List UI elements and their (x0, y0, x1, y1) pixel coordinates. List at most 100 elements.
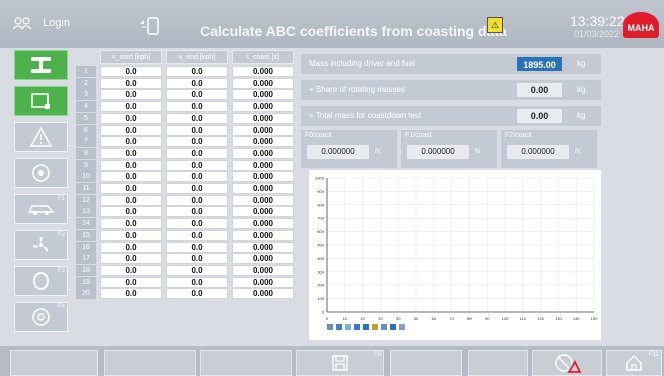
y-tick-label: 0 (322, 310, 325, 315)
row-number: 13 (76, 206, 96, 218)
chart-tool-icon[interactable] (345, 324, 351, 330)
v-start-cell[interactable]: 0.0 (100, 136, 162, 148)
v-end-cell[interactable]: 0.0 (166, 89, 228, 101)
v-start-cell[interactable]: 0.0 (100, 89, 162, 101)
v-start-cell[interactable]: 0.0 (100, 276, 162, 288)
sidebar-item-wheel[interactable] (14, 158, 68, 188)
chart-tool-icon[interactable] (381, 324, 387, 330)
function-button-6[interactable] (468, 350, 528, 376)
function-button-5[interactable] (390, 350, 462, 376)
function-button-2[interactable] (104, 350, 196, 376)
v-start-cell[interactable]: 0.0 (100, 147, 162, 159)
v-end-cell[interactable]: 0.0 (166, 77, 228, 89)
v-end-cell[interactable]: 0.0 (166, 194, 228, 206)
sidebar-item-car[interactable]: F1 (14, 194, 68, 224)
t-coast-cell[interactable]: 0.000 (232, 229, 294, 241)
title-bar: Login Calculate ABC coefficients from co… (0, 0, 664, 48)
cancel-button[interactable] (532, 350, 602, 376)
save-button[interactable]: F5 (296, 350, 384, 376)
v-end-cell[interactable]: 0.0 (166, 206, 228, 218)
warning-icon[interactable]: ⚠ (487, 17, 503, 33)
t-coast-cell[interactable]: 0.000 (232, 241, 294, 253)
sidebar-item-brake[interactable]: F4 (14, 302, 68, 332)
t-coast-cell[interactable]: 0.000 (232, 183, 294, 194)
v-end-cell[interactable]: 0.0 (166, 147, 228, 159)
sidebar-item-tire[interactable]: F3 (14, 266, 68, 296)
t-coast-cell[interactable]: 0.000 (232, 112, 294, 124)
v-start-cell[interactable]: 0.0 (100, 159, 162, 171)
t-coast-cell[interactable]: 0.000 (232, 218, 294, 230)
v-end-cell[interactable]: 0.0 (166, 159, 228, 171)
v-start-cell[interactable]: 0.0 (100, 194, 162, 206)
t-coast-cell[interactable]: 0.000 (232, 147, 294, 159)
login-button[interactable]: Login (12, 16, 70, 30)
t-coast-cell[interactable]: 0.000 (232, 206, 294, 218)
v-start-cell[interactable]: 0.0 (100, 171, 162, 183)
mass-input[interactable]: 1895.00 (517, 57, 562, 71)
t-coast-cell[interactable]: 0.000 (232, 264, 294, 276)
t-coast-cell[interactable]: 0.000 (232, 171, 294, 183)
v-end-cell[interactable]: 0.0 (166, 288, 228, 300)
chart-tool-icon[interactable] (327, 324, 333, 330)
sidebar-item-screen[interactable] (14, 86, 68, 116)
t-coast-cell[interactable]: 0.000 (232, 253, 294, 265)
v-end-cell[interactable]: 0.0 (166, 229, 228, 241)
t-coast-cell[interactable]: 0.000 (232, 66, 294, 77)
t-coast-cell[interactable]: 0.000 (232, 136, 294, 148)
v-end-cell[interactable]: 0.0 (166, 66, 228, 77)
v-end-cell[interactable]: 0.0 (166, 276, 228, 288)
v-start-cell[interactable]: 0.0 (100, 183, 162, 194)
row-number: 16 (76, 241, 96, 253)
v-start-cell[interactable]: 0.0 (100, 101, 162, 113)
chart-tool-icon[interactable] (399, 324, 405, 330)
v-start-cell[interactable]: 0.0 (100, 206, 162, 218)
sidebar-item-axle[interactable] (14, 50, 68, 80)
v-start-cell[interactable]: 0.0 (100, 229, 162, 241)
t-coast-cell[interactable]: 0.000 (232, 194, 294, 206)
t-coast-cell[interactable]: 0.000 (232, 124, 294, 136)
home-button[interactable]: F12 (606, 350, 662, 376)
mass-row: Mass including driver and fuel 1895.00 k… (301, 54, 601, 74)
t-coast-cell[interactable]: 0.000 (232, 77, 294, 89)
chart-tool-icon[interactable] (372, 324, 378, 330)
v-start-cell[interactable]: 0.0 (100, 241, 162, 253)
fkey-label: F2 (57, 232, 65, 238)
row-number: 15 (76, 229, 96, 241)
total-mass-label: = Total mass for coastdown test (309, 111, 422, 120)
v-end-cell[interactable]: 0.0 (166, 264, 228, 276)
v-end-cell[interactable]: 0.0 (166, 253, 228, 265)
t-coast-cell[interactable]: 0.000 (232, 101, 294, 113)
v-end-cell[interactable]: 0.0 (166, 124, 228, 136)
t-coast-cell[interactable]: 0.000 (232, 159, 294, 171)
t-coast-cell[interactable]: 0.000 (232, 276, 294, 288)
v-start-cell[interactable]: 0.0 (100, 218, 162, 230)
chart-tool-icon[interactable] (390, 324, 396, 330)
v-start-cell[interactable]: 0.0 (100, 112, 162, 124)
chart-tool-icon[interactable] (363, 324, 369, 330)
clock-time: 13:39:22 (570, 13, 625, 29)
t-coast-cell[interactable]: 0.000 (232, 89, 294, 101)
t-coast-cell[interactable]: 0.000 (232, 288, 294, 300)
v-end-cell[interactable]: 0.0 (166, 183, 228, 194)
v-start-cell[interactable]: 0.0 (100, 66, 162, 77)
sidebar-item-warning[interactable] (14, 122, 68, 152)
v-start-cell[interactable]: 0.0 (100, 77, 162, 89)
v-end-cell[interactable]: 0.0 (166, 218, 228, 230)
v-end-cell[interactable]: 0.0 (166, 171, 228, 183)
function-button-3[interactable] (200, 350, 292, 376)
y-tick-label: 500 (317, 243, 324, 248)
v-end-cell[interactable]: 0.0 (166, 136, 228, 148)
chart-tool-icon[interactable] (336, 324, 342, 330)
v-start-cell[interactable]: 0.0 (100, 124, 162, 136)
x-tick-label: 50 (414, 316, 419, 321)
function-button-1[interactable] (10, 350, 98, 376)
sidebar-item-fan[interactable]: F2 (14, 230, 68, 260)
v-end-cell[interactable]: 0.0 (166, 101, 228, 113)
v-start-cell[interactable]: 0.0 (100, 288, 162, 300)
y-tick-label: 700 (317, 216, 324, 221)
v-end-cell[interactable]: 0.0 (166, 112, 228, 124)
v-end-cell[interactable]: 0.0 (166, 241, 228, 253)
v-start-cell[interactable]: 0.0 (100, 264, 162, 276)
v-start-cell[interactable]: 0.0 (100, 253, 162, 265)
chart-tool-icon[interactable] (354, 324, 360, 330)
